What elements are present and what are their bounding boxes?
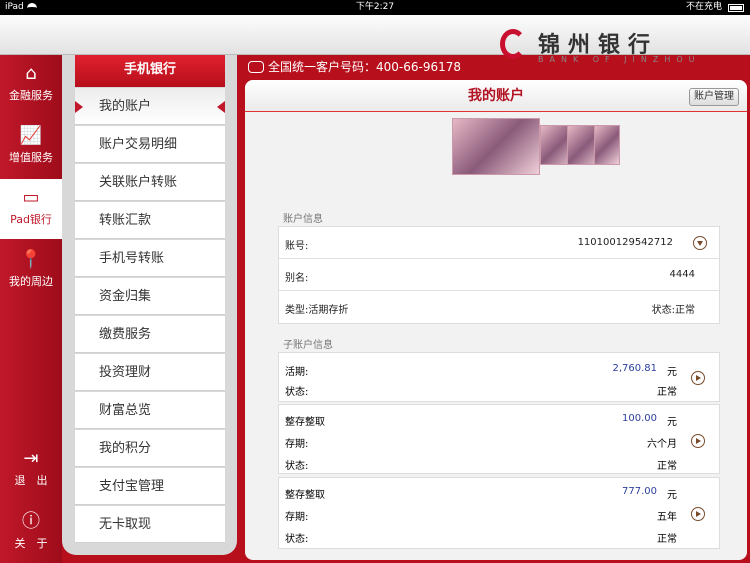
account-number-row[interactable]: 账号: 110100129542712 (279, 227, 719, 259)
nav-financial-services[interactable]: ⌂ 金融服务 (0, 55, 62, 115)
menu-linked-transfer[interactable]: 关联账户转账 (75, 164, 225, 201)
menu-title: 手机银行 (75, 55, 225, 87)
account-photo-thumb[interactable] (594, 125, 620, 165)
location-pin-icon: 📍 (19, 249, 43, 270)
menu-remittance[interactable]: 转账汇款 (75, 202, 225, 239)
sub-amount: 2,760.81 (612, 363, 657, 374)
sub-account-card[interactable]: 活期: 2,760.81 元 状态: 正常 (278, 352, 720, 402)
account-number-value: 110100129542712 (577, 237, 673, 248)
menu-phone-transfer[interactable]: 手机号转账 (75, 240, 225, 277)
hotline-text: 全国统一客户号码：400-66-96178 (268, 60, 462, 74)
sub-name: 活期: (285, 367, 309, 378)
account-type: 类型:活期存折 (285, 305, 349, 316)
exit-icon: ⇥ (23, 448, 39, 469)
battery-icon (728, 4, 744, 12)
sub-account-card[interactable]: 整存整取 777.00 元 存期: 五年 状态: 正常 (278, 477, 720, 549)
account-status: 状态:正常 (651, 305, 695, 316)
account-card: 账号: 110100129542712 别名: 4444 类型:活期存折 状态:… (278, 226, 720, 324)
left-nav: ⌂ 金融服务 📈 增值服务 ▭ Pad银行 📍 我的周边 ⇥ 退 出 ⓘ 关 于 (0, 55, 62, 563)
sub-unit: 元 (667, 367, 677, 378)
menu-alipay[interactable]: 支付宝管理 (75, 468, 225, 505)
sub-amount: 777.00 (622, 486, 657, 497)
menu-investment[interactable]: 投资理财 (75, 354, 225, 391)
bank-logo: 锦州银行 BANK OF JINZHOU (500, 25, 740, 75)
sub-term: 五年 (657, 512, 677, 523)
sub-name: 整存整取 (285, 490, 325, 501)
menu-bill-payment[interactable]: 缴费服务 (75, 316, 225, 353)
charging-status: 不在充电 (685, 2, 722, 12)
menu-points[interactable]: 我的积分 (75, 430, 225, 467)
sub-amount: 100.00 (622, 413, 657, 424)
main-panel: 我的账户 账户管理 账户信息 账号: 110100129542712 别名: 4… (245, 80, 747, 560)
arrow-right-icon[interactable] (691, 371, 705, 385)
expand-icon[interactable] (693, 236, 707, 250)
sub-account-card[interactable]: 整存整取 100.00 元 存期: 六个月 状态: 正常 (278, 404, 720, 474)
account-manage-button[interactable]: 账户管理 (689, 88, 739, 106)
clock: 下午2:27 (355, 2, 395, 12)
nav-pad-bank[interactable]: ▭ Pad银行 (0, 179, 62, 239)
sub-term: 六个月 (647, 439, 677, 450)
nav-value-added-services[interactable]: 📈 增值服务 (0, 117, 62, 177)
sub-status-label: 状态: (285, 534, 309, 545)
phone-icon (248, 61, 264, 73)
account-photo[interactable] (452, 118, 540, 175)
type-row: 类型:活期存折 状态:正常 (279, 291, 719, 323)
sub-status: 正常 (657, 461, 677, 472)
sub-section-label: 子账户信息 (283, 340, 333, 351)
menu-transaction-details[interactable]: 账户交易明细 (75, 126, 225, 163)
account-section-label: 账户信息 (283, 214, 323, 225)
page-title: 我的账户 (468, 88, 524, 104)
alias-value: 4444 (669, 269, 695, 280)
menu-wealth-overview[interactable]: 财富总览 (75, 392, 225, 429)
nav-nearby[interactable]: 📍 我的周边 (0, 241, 62, 301)
nav-exit[interactable]: ⇥ 退 出 (0, 440, 62, 500)
sub-status-label: 状态: (285, 387, 309, 398)
nav-about[interactable]: ⓘ 关 于 (0, 503, 62, 563)
sub-term-label: 存期: (285, 439, 309, 450)
sub-unit: 元 (667, 490, 677, 501)
home-icon: ⌂ (25, 63, 37, 84)
alias-row: 别名: 4444 (279, 259, 719, 291)
panel-header: 我的账户 账户管理 (245, 80, 747, 112)
bank-logo-icon (500, 29, 526, 59)
alias-label: 别名: (285, 273, 309, 284)
sub-status: 正常 (657, 534, 677, 545)
status-bar: iPad 下午2:27 不在充电 (0, 0, 750, 15)
bank-name-en: BANK OF JINZHOU (538, 55, 701, 64)
menu-cardless-withdrawal[interactable]: 无卡取现 (75, 506, 225, 543)
tablet-icon: ▭ (22, 187, 40, 208)
menu-fund-collection[interactable]: 资金归集 (75, 278, 225, 315)
hotline: 全国统一客户号码：400-66-96178 (248, 58, 461, 76)
account-number-label: 账号: (285, 241, 309, 252)
menu-my-account[interactable]: 我的账户 (75, 88, 225, 125)
sub-term-label: 存期: (285, 512, 309, 523)
arrow-right-icon[interactable] (691, 507, 705, 521)
sub-name: 整存整取 (285, 417, 325, 428)
top-header: 锦州银行 BANK OF JINZHOU (0, 15, 750, 64)
info-icon: ⓘ (22, 511, 40, 532)
side-menu: 手机银行 我的账户 账户交易明细 关联账户转账 转账汇款 手机号转账 资金归集 … (62, 55, 237, 555)
arrow-right-icon[interactable] (691, 434, 705, 448)
sub-status: 正常 (657, 387, 677, 398)
sub-unit: 元 (667, 417, 677, 428)
chart-icon: 📈 (19, 125, 43, 146)
sub-status-label: 状态: (285, 461, 309, 472)
